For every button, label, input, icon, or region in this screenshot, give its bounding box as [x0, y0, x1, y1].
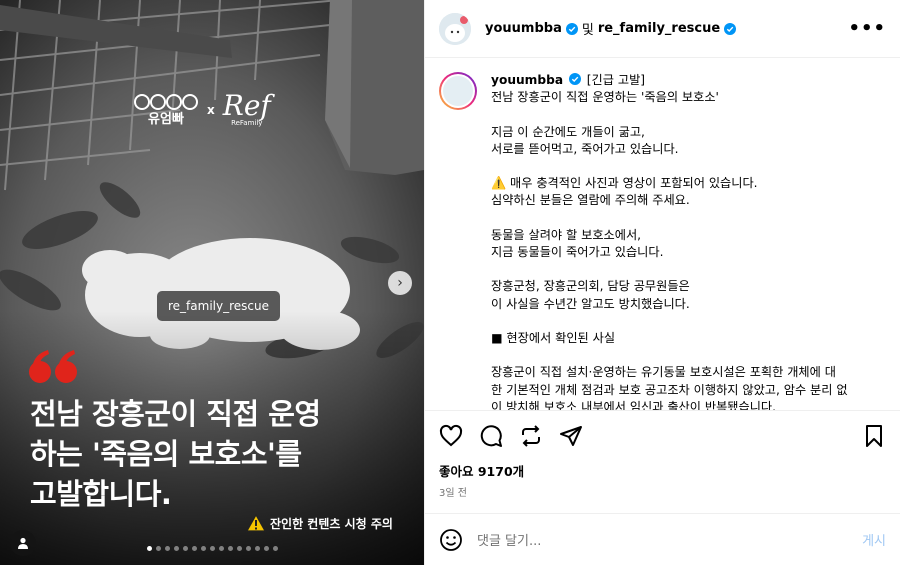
- dog-avatar-icon: [443, 76, 473, 106]
- carousel-dot: [164, 546, 170, 551]
- share-icon[interactable]: [559, 424, 583, 448]
- caption-line: 전남 장흥군이 직접 운영하는 '죽음의 보호소': [491, 90, 719, 105]
- comment-input[interactable]: 댓글 달기...: [477, 530, 541, 549]
- caption-text: youumbba [긴급 고발] 전남 장흥군이 직접 운영하는 '죽음의 보호…: [491, 72, 881, 410]
- caption-line: 심약하신 분들은 열람에 주의해 주세요.: [491, 193, 690, 208]
- post-authors: youumbba 및 re_family_rescue: [485, 19, 737, 38]
- chevron-right-icon: ›: [397, 275, 403, 291]
- caption-username[interactable]: youumbba: [491, 73, 563, 87]
- author-username[interactable]: youumbba: [485, 21, 562, 36]
- carousel-dot: [263, 546, 269, 551]
- headline-line: 고발합니다.: [30, 477, 172, 511]
- content-warning-text: 잔인한 컨텐츠 시청 주의: [270, 516, 393, 531]
- content-warning: 잔인한 컨텐츠 시청 주의: [246, 514, 393, 532]
- carousel-dot: [218, 546, 224, 551]
- carousel-dot: [191, 546, 197, 551]
- caption-line: [491, 107, 881, 124]
- brand-name-right: Ref: [222, 88, 271, 122]
- caption-line: [긴급 고발]: [586, 73, 646, 87]
- caption-line: ⚠️ 매우 충격적인 사진과 영상이 포함되어 있습니다.: [491, 176, 758, 191]
- caption-line: 동물을 살려야 할 보호소에서,: [491, 227, 642, 242]
- verified-badge-icon: [724, 22, 737, 35]
- carousel-dot: [254, 546, 260, 551]
- carousel-indicator: [0, 546, 424, 551]
- collab-conjunction: 및: [581, 23, 594, 38]
- caption-line: [491, 210, 881, 227]
- emoji-icon[interactable]: [439, 528, 463, 552]
- carousel-dot: [209, 546, 215, 551]
- caption-line: 지금 동물들이 죽어가고 있습니다.: [491, 245, 664, 260]
- post-actions: [425, 411, 900, 461]
- brand-logos: 유엄빠 x Ref ReFamily: [133, 88, 271, 127]
- repost-icon[interactable]: [519, 424, 543, 448]
- caption-line: 장흥군이 직접 설치·운영하는 유기동물 보호시설은 포획한 개체에 대: [491, 365, 836, 380]
- brand-name-left: 유엄빠: [148, 112, 184, 127]
- carousel-dot: [245, 546, 251, 551]
- heart-icon[interactable]: [439, 424, 463, 448]
- caption-line: 이 방치해 보호소 내부에서 임신과 출산이 반복됐습니다.: [491, 399, 777, 411]
- post-caption: youumbba [긴급 고발] 전남 장흥군이 직접 운영하는 '죽음의 보호…: [425, 58, 900, 411]
- carousel-dot: [155, 546, 161, 551]
- post-sidebar: youumbba 및 re_family_rescue ••• youumbba…: [424, 0, 900, 565]
- carousel-dot: [227, 546, 233, 551]
- user-tag-label[interactable]: re_family_rescue: [157, 291, 280, 321]
- caption-line: [491, 313, 881, 330]
- caption-line: [491, 158, 881, 175]
- verified-badge-icon: [565, 22, 578, 35]
- caption-line: [491, 261, 881, 278]
- carousel-dot: [272, 546, 278, 551]
- bookmark-icon[interactable]: [862, 424, 886, 448]
- headline-line: 하는 '죽음의 보호소'를: [30, 437, 302, 471]
- comment-icon[interactable]: [479, 424, 503, 448]
- headline-line: 전남 장흥군이 직접 운영: [30, 397, 321, 431]
- warning-icon: [246, 514, 266, 532]
- carousel-dot: [236, 546, 242, 551]
- more-options-button[interactable]: •••: [848, 18, 886, 39]
- carousel-dot: [182, 546, 188, 551]
- caption-avatar[interactable]: [439, 72, 477, 110]
- dog-avatar-icon: [439, 12, 471, 45]
- post-header: youumbba 및 re_family_rescue •••: [425, 0, 900, 58]
- avatar[interactable]: [439, 12, 471, 45]
- media-headline: 전남 장흥군이 직접 운영 하는 '죽음의 보호소'를 고발합니다.: [30, 394, 410, 514]
- caption-line: 장흥군청, 장흥군의회, 담당 공무원들은: [491, 279, 690, 294]
- carousel-next-button[interactable]: ›: [388, 271, 412, 295]
- post-comment-button[interactable]: 게시: [862, 530, 886, 549]
- carousel-dot: [200, 546, 206, 551]
- like-count[interactable]: 좋아요 9170개: [425, 461, 900, 480]
- caption-line: 한 기본적인 개체 점검과 보호 공고조차 이행하지 않았고, 암수 분리 없: [491, 382, 848, 397]
- caption-line: 이 사실을 수년간 알고도 방치했습니다.: [491, 296, 690, 311]
- caption-line: [491, 347, 881, 364]
- brand-separator: x: [207, 102, 215, 117]
- post-media[interactable]: 유엄빠 x Ref ReFamily › re_family_rescue 전남…: [0, 0, 424, 565]
- carousel-dot: [146, 546, 152, 551]
- caption-line: 서로를 뜯어먹고, 죽어가고 있습니다.: [491, 141, 679, 156]
- caption-line: 지금 이 순간에도 개들이 굶고,: [491, 124, 645, 139]
- tagged-users-button[interactable]: [10, 530, 36, 556]
- caption-line: ■ 현장에서 확인된 사실: [491, 330, 616, 345]
- comment-bar: 댓글 달기... 게시: [425, 513, 900, 565]
- verified-badge-icon: [568, 73, 581, 85]
- quote-mark-icon: [29, 350, 77, 383]
- post-time[interactable]: 3일 전: [425, 480, 900, 499]
- carousel-dot: [173, 546, 179, 551]
- collaborator-username[interactable]: re_family_rescue: [598, 21, 720, 36]
